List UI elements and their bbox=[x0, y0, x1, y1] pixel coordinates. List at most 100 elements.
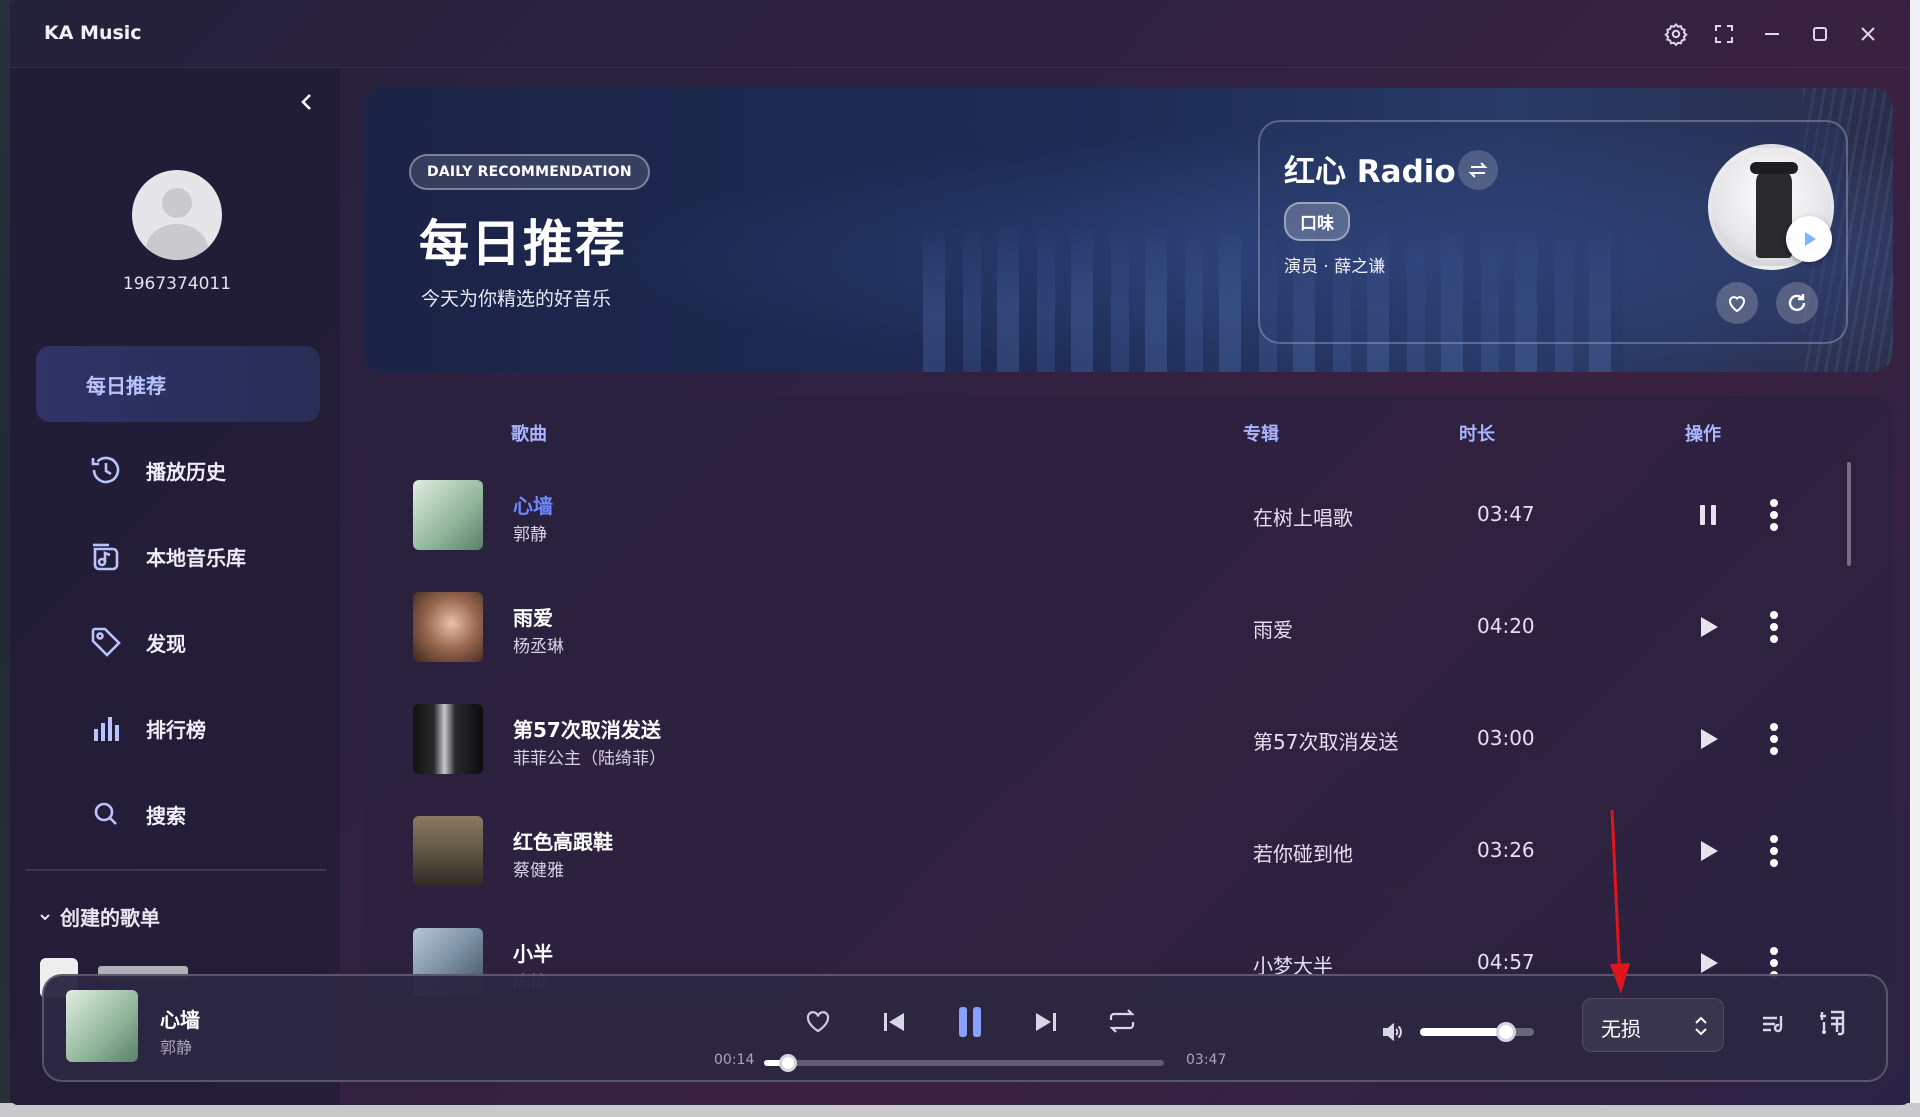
app-window: KA Music 1967374011 每日推荐 播放历史 本地音乐库 发现 排… bbox=[10, 0, 1910, 1105]
sidebar-item-label: 排行榜 bbox=[146, 717, 206, 742]
progress-bar[interactable] bbox=[764, 1054, 1164, 1072]
tag-icon bbox=[86, 622, 126, 662]
sidebar-item-label: 发现 bbox=[146, 631, 186, 656]
sidebar-item-charts[interactable]: 排行榜 bbox=[36, 690, 320, 766]
more-vertical-icon[interactable] bbox=[1761, 720, 1787, 758]
like-heart-icon[interactable] bbox=[802, 1006, 834, 1038]
progress-handle[interactable] bbox=[779, 1054, 797, 1072]
song-row[interactable]: 心墙 郭静 在树上唱歌 03:47 bbox=[363, 480, 1893, 592]
settings-gear-icon[interactable] bbox=[1662, 20, 1690, 48]
created-playlists-toggle[interactable]: 创建的歌单 bbox=[38, 902, 160, 931]
song-row[interactable]: 雨爱 杨丞琳 雨爱 04:20 bbox=[363, 592, 1893, 704]
radio-taste-chip[interactable]: 口味 bbox=[1284, 202, 1350, 241]
maximize-icon[interactable] bbox=[1806, 20, 1834, 48]
desktop-background-right bbox=[1910, 0, 1920, 1117]
repeat-icon[interactable] bbox=[1104, 1004, 1140, 1038]
banner-tag: DAILY RECOMMENDATION bbox=[409, 154, 650, 190]
song-duration: 04:57 bbox=[1477, 950, 1535, 974]
song-duration: 03:00 bbox=[1477, 726, 1535, 750]
sidebar-item-label: 本地音乐库 bbox=[146, 545, 246, 570]
now-playing-title: 心墙 bbox=[160, 1008, 200, 1032]
play-icon[interactable] bbox=[1691, 722, 1725, 756]
collapse-sidebar-chevron-left-icon[interactable] bbox=[293, 88, 321, 116]
next-track-icon[interactable] bbox=[1030, 1006, 1062, 1038]
pause-icon[interactable] bbox=[1691, 498, 1725, 532]
play-icon[interactable] bbox=[1691, 834, 1725, 868]
banner-title: 每日推荐 bbox=[419, 215, 627, 273]
volume-icon[interactable] bbox=[1378, 1018, 1406, 1046]
song-duration: 04:20 bbox=[1477, 614, 1535, 638]
song-title: 小半 bbox=[513, 942, 553, 966]
title-bar: KA Music bbox=[10, 0, 1910, 68]
current-time: 00:14 bbox=[714, 1052, 755, 1068]
song-title: 第57次取消发送 bbox=[513, 718, 661, 742]
previous-track-icon[interactable] bbox=[878, 1006, 910, 1038]
minimize-icon[interactable] bbox=[1758, 20, 1786, 48]
song-artist[interactable]: 郭静 bbox=[513, 520, 547, 545]
heart-radio-card[interactable]: 红心 Radio 口味 演员 · 薛之谦 bbox=[1258, 120, 1848, 344]
more-vertical-icon[interactable] bbox=[1761, 832, 1787, 870]
song-row[interactable]: 第57次取消发送 菲菲公主（陆绮菲） 第57次取消发送 03:00 bbox=[363, 704, 1893, 816]
song-title: 雨爱 bbox=[513, 606, 553, 630]
chevron-down-icon bbox=[40, 913, 50, 920]
song-title: 红色高跟鞋 bbox=[513, 830, 613, 854]
song-title: 心墙 bbox=[513, 494, 553, 518]
song-duration: 03:26 bbox=[1477, 838, 1535, 862]
user-avatar[interactable] bbox=[132, 170, 222, 260]
banner-subtitle: 今天为你精选的好音乐 bbox=[421, 288, 612, 310]
radio-play-icon[interactable] bbox=[1786, 216, 1832, 262]
sidebar-item-label: 搜索 bbox=[146, 803, 186, 828]
sidebar-item-local-library[interactable]: 本地音乐库 bbox=[36, 518, 320, 594]
lyrics-icon[interactable] bbox=[1814, 1004, 1852, 1042]
sidebar-item-daily-recommend[interactable]: 每日推荐 bbox=[36, 346, 320, 422]
now-playing-cover[interactable] bbox=[66, 990, 138, 1062]
fullscreen-icon[interactable] bbox=[1710, 20, 1738, 48]
song-album[interactable]: 在树上唱歌 bbox=[1253, 502, 1353, 531]
chevron-up-down-icon bbox=[1693, 1013, 1709, 1039]
song-artist[interactable]: 杨丞琳 bbox=[513, 632, 564, 657]
audio-quality-select[interactable]: 无损 bbox=[1582, 998, 1724, 1052]
sidebar-item-label: 每日推荐 bbox=[86, 373, 166, 398]
header-actions: 操作 bbox=[1685, 424, 1721, 445]
history-icon bbox=[86, 450, 126, 490]
header-duration: 时长 bbox=[1459, 424, 1495, 445]
radio-refresh-icon[interactable] bbox=[1776, 282, 1818, 324]
song-cover bbox=[413, 480, 483, 550]
volume-fill bbox=[1420, 1028, 1506, 1036]
radio-title: 红心 Radio bbox=[1284, 154, 1456, 190]
sidebar-divider bbox=[26, 869, 326, 871]
radio-like-heart-icon[interactable] bbox=[1716, 282, 1758, 324]
playlist-queue-icon[interactable] bbox=[1756, 1006, 1792, 1042]
play-icon[interactable] bbox=[1691, 610, 1725, 644]
sidebar-item-history[interactable]: 播放历史 bbox=[36, 432, 320, 508]
play-pause-button[interactable] bbox=[948, 1000, 992, 1044]
song-row[interactable]: 红色高跟鞋 蔡健雅 若你碰到他 03:26 bbox=[363, 816, 1893, 928]
song-list-header: 歌曲 专辑 时长 操作 bbox=[363, 420, 1893, 450]
song-album[interactable]: 若你碰到他 bbox=[1253, 838, 1353, 867]
song-duration: 03:47 bbox=[1477, 502, 1535, 526]
more-vertical-icon[interactable] bbox=[1761, 608, 1787, 646]
radio-switch-icon[interactable] bbox=[1458, 150, 1498, 190]
song-album[interactable]: 雨爱 bbox=[1253, 614, 1293, 643]
volume-handle[interactable] bbox=[1495, 1022, 1516, 1042]
volume-slider[interactable] bbox=[1420, 1022, 1534, 1042]
app-title: KA Music bbox=[44, 22, 142, 44]
search-icon bbox=[86, 794, 126, 834]
close-icon[interactable] bbox=[1854, 20, 1882, 48]
more-vertical-icon[interactable] bbox=[1761, 496, 1787, 534]
song-album[interactable]: 第57次取消发送 bbox=[1253, 726, 1398, 755]
header-album: 专辑 bbox=[1243, 424, 1279, 445]
chart-bars-icon bbox=[86, 708, 126, 748]
local-library-icon bbox=[86, 536, 126, 576]
sidebar-item-discover[interactable]: 发现 bbox=[36, 604, 320, 680]
song-artist[interactable]: 蔡健雅 bbox=[513, 856, 564, 881]
daily-recommend-banner: DAILY RECOMMENDATION 每日推荐 今天为你精选的好音乐 红心 … bbox=[363, 88, 1893, 372]
sidebar: 1967374011 每日推荐 播放历史 本地音乐库 发现 排行榜 搜索 创建的… bbox=[10, 68, 340, 1105]
audio-quality-value: 无损 bbox=[1601, 1017, 1641, 1041]
song-list-scrollbar[interactable] bbox=[1847, 462, 1851, 566]
now-playing-artist: 郭静 bbox=[160, 1038, 193, 1057]
sidebar-item-search[interactable]: 搜索 bbox=[36, 776, 320, 852]
sidebar-item-label: 播放历史 bbox=[146, 459, 226, 484]
song-artist[interactable]: 菲菲公主（陆绮菲） bbox=[513, 744, 666, 769]
player-bar: 心墙 郭静 00:14 03:47 无损 bbox=[42, 974, 1888, 1082]
